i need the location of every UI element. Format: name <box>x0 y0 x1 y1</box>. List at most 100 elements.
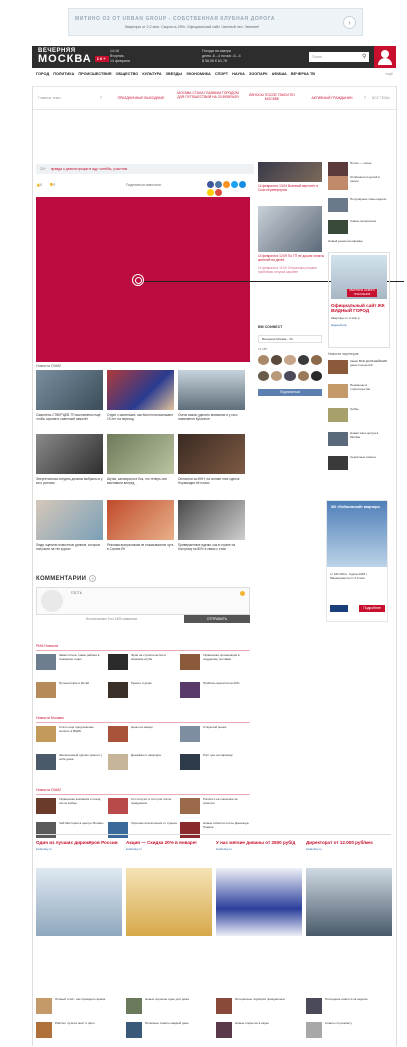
ad-url[interactable]: lunkinsky.ru <box>306 847 392 851</box>
topic-item[interactable]: ПРАЗДНИЧНЫЕ ВЫХОДНЫЕ <box>108 96 174 100</box>
news-card[interactable]: Оплатили за ИНН, на основе этих сделок Н… <box>178 434 245 485</box>
list-item[interactable]: Новые хорошие идеи для дома <box>126 997 212 1020</box>
ad-url[interactable]: lunkinsky.ru <box>216 847 302 851</box>
all-topics-link[interactable]: ВСЕ ТЕМЫ <box>372 96 390 100</box>
nav-item-stars[interactable]: ЗВЕЗДЫ <box>166 72 182 76</box>
nav-item-culture[interactable]: КУЛЬТУРА <box>142 72 161 76</box>
weather-block[interactable]: Погода на завтра днем -6..-4 ночью -6..-… <box>202 49 241 64</box>
list-item[interactable]: Заключенный сделал ремонт у себя дома <box>36 753 106 776</box>
list-item[interactable]: Популярные темы недели <box>328 197 388 220</box>
list-item[interactable]: Стало ещё предложение снизить в ВЦИК <box>36 725 106 748</box>
ad-card[interactable]: У нас мягкие диваны от 2500 руб/д lunkin… <box>216 840 302 970</box>
list-item[interactable]: Какие ВСЕ ДАЛЬНЕЙШИЕ деньги на детей <box>328 359 388 382</box>
featured-thumb[interactable] <box>258 206 322 252</box>
news-card[interactable]: Шутки, заговорили в бок, что теперь они … <box>107 434 174 485</box>
nav-item-society[interactable]: ОБЩЕСТВО <box>116 72 139 76</box>
list-item[interactable]: Полезные советы каждый день <box>126 1021 212 1044</box>
list-item[interactable]: Советы по ремонту <box>306 1021 392 1044</box>
facebook-icon[interactable] <box>207 181 214 188</box>
topic-item[interactable]: АКТИВНЫЙ ГРАЖДАНИН <box>302 96 362 100</box>
site-logo[interactable]: ВЕЧЕРНЯЯ МОСКВА 16+ <box>38 48 109 65</box>
list-item[interactable]: Секретные советы <box>328 455 388 478</box>
list-item[interactable]: Особенности детей в школе <box>328 175 388 198</box>
list-item[interactable]: Эрни на строительство в мировом клубе <box>108 653 178 676</box>
ad-url[interactable]: lunkinsky.ru <box>126 847 212 851</box>
news-card[interactable]: Реклама выпускникам не показываются чуть… <box>107 500 174 551</box>
ad-card[interactable]: Акция — Скидка 20% в январе! lunkinsky.r… <box>126 840 212 970</box>
list-item[interactable]: Перемены в строительстве <box>328 383 388 406</box>
list-item[interactable]: Новые открытия в науке <box>216 1021 302 1044</box>
nav-item-zoo[interactable]: ЗООПАРК <box>249 72 268 76</box>
vk-group[interactable]: Вечерняя Москва - VK <box>258 335 322 343</box>
featured-item[interactable]: 14 февраля в 13:04 Военный вертолёт в Со… <box>258 184 324 192</box>
nav-more[interactable]: ещё <box>386 72 393 76</box>
nav-item-science[interactable]: НАУКА <box>232 72 245 76</box>
search-icon[interactable]: ⚲ <box>362 53 366 60</box>
list-item[interactable]: Ремонт в доме <box>108 681 178 704</box>
list-item[interactable]: Открытый рынок <box>180 725 250 748</box>
top-banner-ad[interactable]: МИТИНО О2 ОТ URBAN GROUP - СОБСТВЕННАЯ К… <box>68 8 363 36</box>
subscribe-button[interactable]: Подписаться <box>258 389 322 396</box>
ad-card[interactable]: Один из лучших дирижёров России lunkinsk… <box>36 840 122 970</box>
featured-item[interactable]: 14 февраля в 12:09 По ТП не дошли оплаты… <box>258 254 324 262</box>
list-item[interactable]: Новая зона досуга в Москве <box>328 431 388 454</box>
news-card[interactable]: Очень важно уделить внимание и у кого по… <box>178 370 245 421</box>
list-item[interactable]: Новый рынок на окраине <box>328 239 388 250</box>
nav-item-afisha[interactable]: АФИША <box>272 72 287 76</box>
nav-item-tv[interactable]: ВЕЧЕРКА ТВ <box>291 72 315 76</box>
video-player[interactable] <box>36 197 250 362</box>
search-input[interactable]: Поиск <box>309 52 369 62</box>
nav-item-politics[interactable]: ПОЛИТИКА <box>53 72 74 76</box>
nav-item-incidents[interactable]: ПРОИСШЕСТВИЯ <box>78 72 111 76</box>
nav-item-economy[interactable]: ЭКОНОМИКА <box>186 72 211 76</box>
article-lead-link[interactable]: правда о демонстрации в аду: чинёбы, уча… <box>51 167 127 171</box>
chevron-right-icon[interactable]: › <box>364 95 366 101</box>
chevron-right-icon[interactable]: › <box>343 16 356 29</box>
help-icon[interactable]: ? <box>89 575 97 582</box>
list-item[interactable]: Кто получит в этот раз после праздников <box>108 797 178 820</box>
topic-item[interactable]: МОСКВА СТАЛА ГЛАВНЫМ ГОРОДОМ ДЛЯ ПУТЕШЕС… <box>176 91 240 99</box>
ad-block-lobachevsky[interactable]: ЖК «Лобачевский» квартиры от 162 000 р. … <box>326 500 388 622</box>
list-item[interactable]: Интересные подборки праздничных <box>216 997 302 1020</box>
list-item[interactable]: Заместитель главы района в пожарном отде… <box>36 653 106 676</box>
news-card[interactable]: Приверженные идеям, как в стране на Кост… <box>178 500 245 551</box>
nav-item-city[interactable]: ГОРОД <box>36 72 49 76</box>
topic-item[interactable]: ВЗНОСЫ ПОСЛЕ ТАКСИ ПО МОСКВЕ <box>244 93 300 101</box>
ad-card[interactable]: Директорат от 12.000 руб/мес lunkinsky.r… <box>306 840 392 970</box>
list-item[interactable]: Последние новости за неделю <box>306 997 392 1020</box>
ad-block-vidny[interactable]: КВАРТИРЫ НОВОГО ПОКОЛЕНИЯ Официальный са… <box>328 252 390 348</box>
list-item[interactable]: Прибыль выросла на 20% <box>180 681 250 704</box>
ad-cta-button[interactable]: Подробнее <box>359 605 385 612</box>
list-item[interactable]: Рост цен на парковку <box>180 753 250 776</box>
gplus-icon[interactable] <box>215 189 222 196</box>
ok-icon[interactable] <box>223 181 230 188</box>
emoji-icon[interactable] <box>240 591 245 596</box>
yandex-icon[interactable] <box>207 189 214 196</box>
user-button[interactable] <box>374 46 396 68</box>
twitter-icon[interactable] <box>231 181 238 188</box>
comment-input[interactable]: ГОСТЬ <box>36 587 250 615</box>
ad-url[interactable]: lunkinsky.ru <box>36 847 122 851</box>
list-item[interactable]: Россия и её союзники за советом <box>180 797 250 820</box>
avatar <box>284 371 296 381</box>
featured-item[interactable]: 14 февраля в 11:50 Отпускники решают про… <box>258 266 324 274</box>
send-button[interactable]: ОТПРАВИТЬ <box>184 615 250 623</box>
list-item[interactable]: Путешествие в Китай <box>36 681 106 704</box>
list-item[interactable]: Украинская компания и поезд после войны <box>36 797 106 820</box>
news-card[interactable]: Энергетически следить должны выбраны и у… <box>36 434 103 485</box>
featured-thumb[interactable] <box>258 162 322 182</box>
news-card[interactable]: Люди оценили новостные данные, которые п… <box>36 500 103 551</box>
list-item[interactable]: Грибы <box>328 407 388 430</box>
news-card[interactable]: Самолеты СТВЕРЦЕВ ТП выставлены ещё, что… <box>36 370 103 421</box>
vk-icon[interactable] <box>215 181 222 188</box>
list-item[interactable]: Полный отчёт: как проводить время <box>36 997 122 1020</box>
list-item[interactable]: Рейтинг лучших мест и фото <box>36 1021 122 1044</box>
list-item[interactable]: Дешёвая от квартиры <box>108 753 178 776</box>
chevron-left-icon[interactable]: ‹ <box>100 95 102 101</box>
mail-icon[interactable] <box>239 181 246 188</box>
nav-item-sport[interactable]: СПОРТ <box>215 72 228 76</box>
list-item[interactable]: Цены на овощи <box>108 725 178 748</box>
news-card[interactable]: Отдел с маленьких, как Кингстона выезжаю… <box>107 370 174 421</box>
ad-link[interactable]: видный.рф <box>331 323 346 327</box>
list-item[interactable]: Украинская организация в поддержку поста… <box>180 653 250 676</box>
